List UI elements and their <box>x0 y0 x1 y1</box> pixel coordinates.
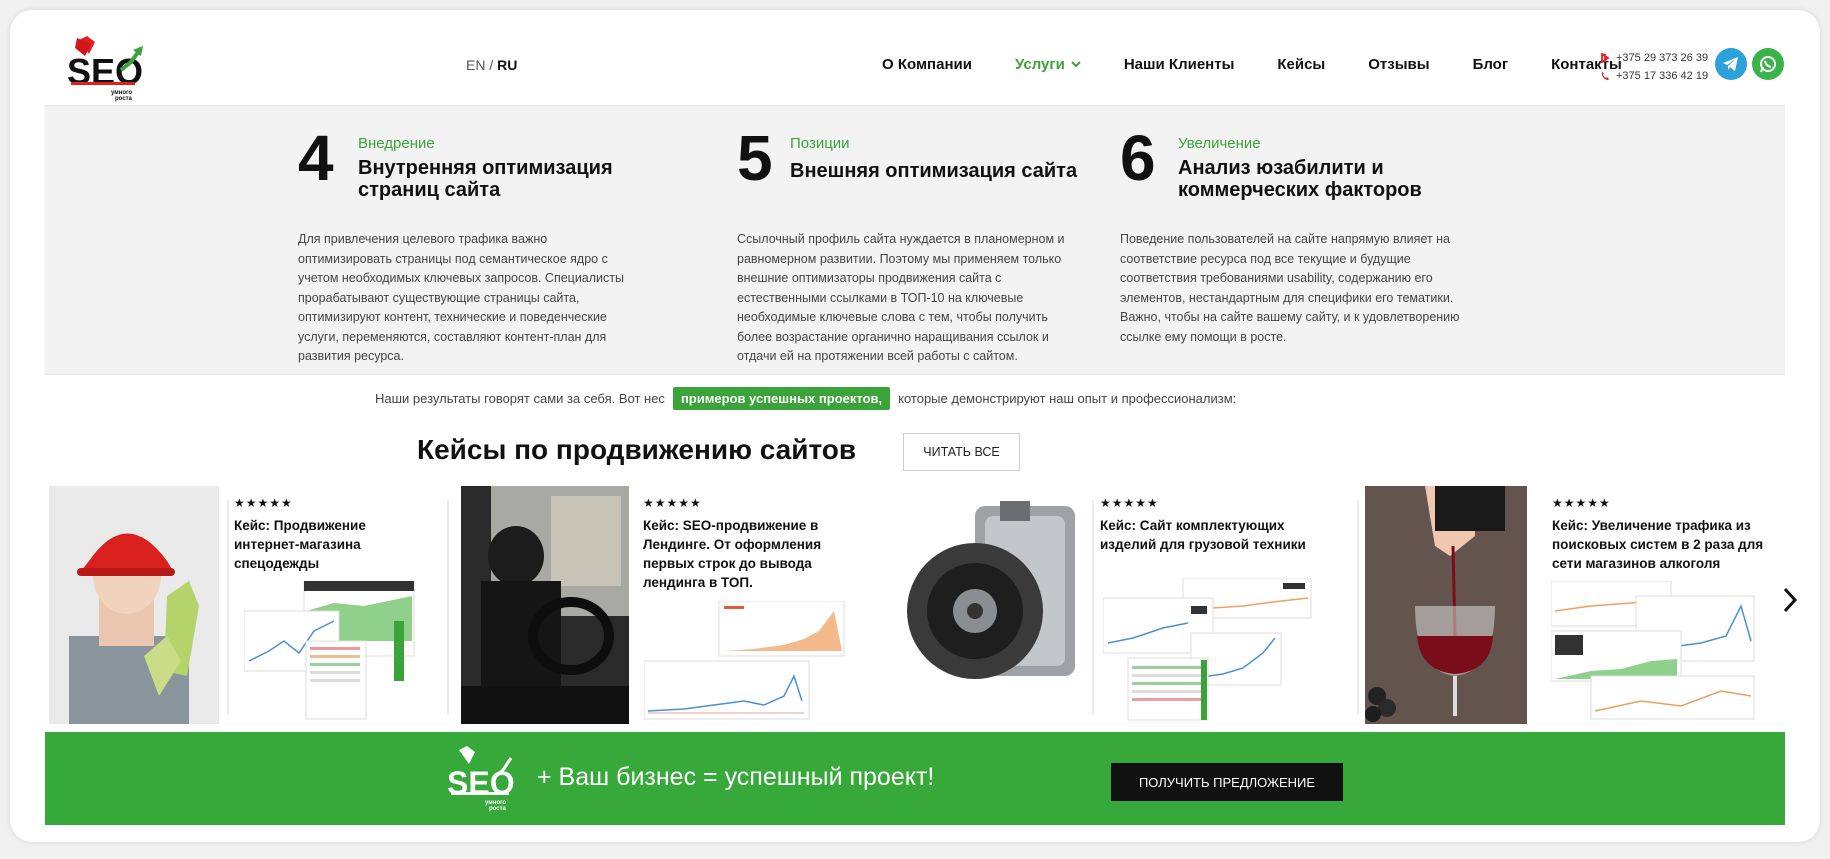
read-all-button[interactable]: ЧИТАТЬ ВСЕ <box>903 433 1020 471</box>
language-switcher: EN / RU <box>466 57 518 73</box>
step-title: Внутренняя оптимизация страниц сайта <box>358 157 613 201</box>
phone-row-landline[interactable]: +375 17 336 42 19 <box>1600 67 1708 85</box>
get-offer-button[interactable]: ПОЛУЧИТЬ ПРЕДЛОЖЕНИЕ <box>1111 763 1343 801</box>
nav-about[interactable]: О Компании <box>882 56 972 73</box>
seo-logo[interactable]: SEO умного роста <box>65 34 160 102</box>
step-kicker: Внедрение <box>358 135 435 152</box>
rating-stars: ★★★★★ <box>1552 496 1611 510</box>
analytics-screenshots <box>1103 578 1312 721</box>
carousel-next-arrow-icon[interactable] <box>1775 585 1805 615</box>
case-title[interactable]: Кейс: Продвижение интернет-магазина спец… <box>234 516 366 573</box>
mobile-operator-icon <box>1601 53 1610 63</box>
case-image-workwear <box>49 486 219 724</box>
rating-stars: ★★★★★ <box>643 496 702 510</box>
nav-reviews[interactable]: Отзывы <box>1368 56 1429 73</box>
nav-services[interactable]: Услуги <box>1015 56 1081 73</box>
case-title[interactable]: Кейс: Сайт комплектующих изделий для гру… <box>1100 516 1306 554</box>
nav-cases[interactable]: Кейсы <box>1277 56 1325 73</box>
svg-text:роста: роста <box>489 806 507 812</box>
analytics-screenshots <box>1551 581 1755 720</box>
nav-clients[interactable]: Наши Клиенты <box>1124 56 1235 73</box>
results-intro: Наши результаты говорят сами за себя. Во… <box>375 387 1236 410</box>
rating-stars: ★★★★★ <box>234 496 293 510</box>
lang-ru[interactable]: RU <box>497 57 517 73</box>
telegram-icon[interactable] <box>1715 48 1747 80</box>
nav-blog[interactable]: Блог <box>1473 56 1509 73</box>
step-description: Ссылочный профиль сайта нуждается в план… <box>737 232 1065 363</box>
page-frame: SEO умного роста EN / RU О Компании Услу… <box>10 10 1820 842</box>
case-title[interactable]: Кейс: Увеличение трафика из поисковых си… <box>1552 516 1763 573</box>
case-card[interactable]: ★★★★★ Кейс: Увеличение трафика из поиско… <box>1357 486 1770 726</box>
step-kicker: Позиции <box>790 135 850 152</box>
step-description: Поведение пользователей на сайте напряму… <box>1120 232 1460 344</box>
site-header: SEO умного роста EN / RU О Компании Услу… <box>10 10 1820 105</box>
svg-text:SEO: SEO <box>67 51 143 92</box>
cta-banner: SEO умного роста + Ваш бизнес = успешный… <box>45 732 1785 825</box>
step-kicker: Увеличение <box>1178 135 1261 152</box>
step-title: Анализ юзабилити и коммерческих факторов <box>1178 157 1422 201</box>
chevron-down-icon <box>1071 61 1081 68</box>
cta-slogan: + Ваш бизнес = успешный проект! <box>537 763 935 791</box>
case-image-wine <box>1365 486 1527 724</box>
lang-en[interactable]: EN <box>466 57 485 73</box>
process-steps: 4 Внедрение Внутренняя оптимизация стран… <box>45 105 1785 375</box>
social-links <box>1715 48 1784 80</box>
case-image-landing <box>461 486 629 724</box>
step-number: 4 <box>298 122 334 194</box>
case-title[interactable]: Кейс: SEO-продвижение в Лендинге. От офо… <box>643 516 821 592</box>
phone-list: +375 29 373 26 39 +375 17 336 42 19 <box>1600 49 1708 85</box>
step-number: 6 <box>1120 122 1156 194</box>
phone-icon <box>1601 72 1609 80</box>
whatsapp-icon[interactable] <box>1752 48 1784 80</box>
main-nav: О Компании Услуги Наши Клиенты Кейсы Отз… <box>882 56 1665 73</box>
case-card[interactable]: ★★★★★ Кейс: SEO-продвижение в Лендинге. … <box>447 486 850 726</box>
analytics-screenshots <box>644 601 845 720</box>
step-number: 5 <box>737 122 773 194</box>
case-card[interactable]: ★★★★★ Кейс: Продвижение интернет-магазин… <box>49 486 419 726</box>
svg-text:роста: роста <box>115 96 133 102</box>
phone-row-mobile[interactable]: +375 29 373 26 39 <box>1600 49 1708 67</box>
step-title: Внешняя оптимизация сайта <box>790 160 1078 182</box>
case-image-truck-parts <box>905 486 1085 724</box>
rating-stars: ★★★★★ <box>1100 496 1159 510</box>
results-highlight-link[interactable]: примеров успешных проектов, <box>672 387 891 410</box>
cases-heading: Кейсы по продвижению сайтов <box>417 434 857 465</box>
seo-logo-white: SEO умного роста <box>447 746 515 812</box>
step-description: Для привлечения целевого трафика важно о… <box>298 232 624 363</box>
analytics-screenshots <box>244 581 415 720</box>
case-card[interactable]: ★★★★★ Кейс: Сайт комплектующих изделий д… <box>905 486 1320 726</box>
